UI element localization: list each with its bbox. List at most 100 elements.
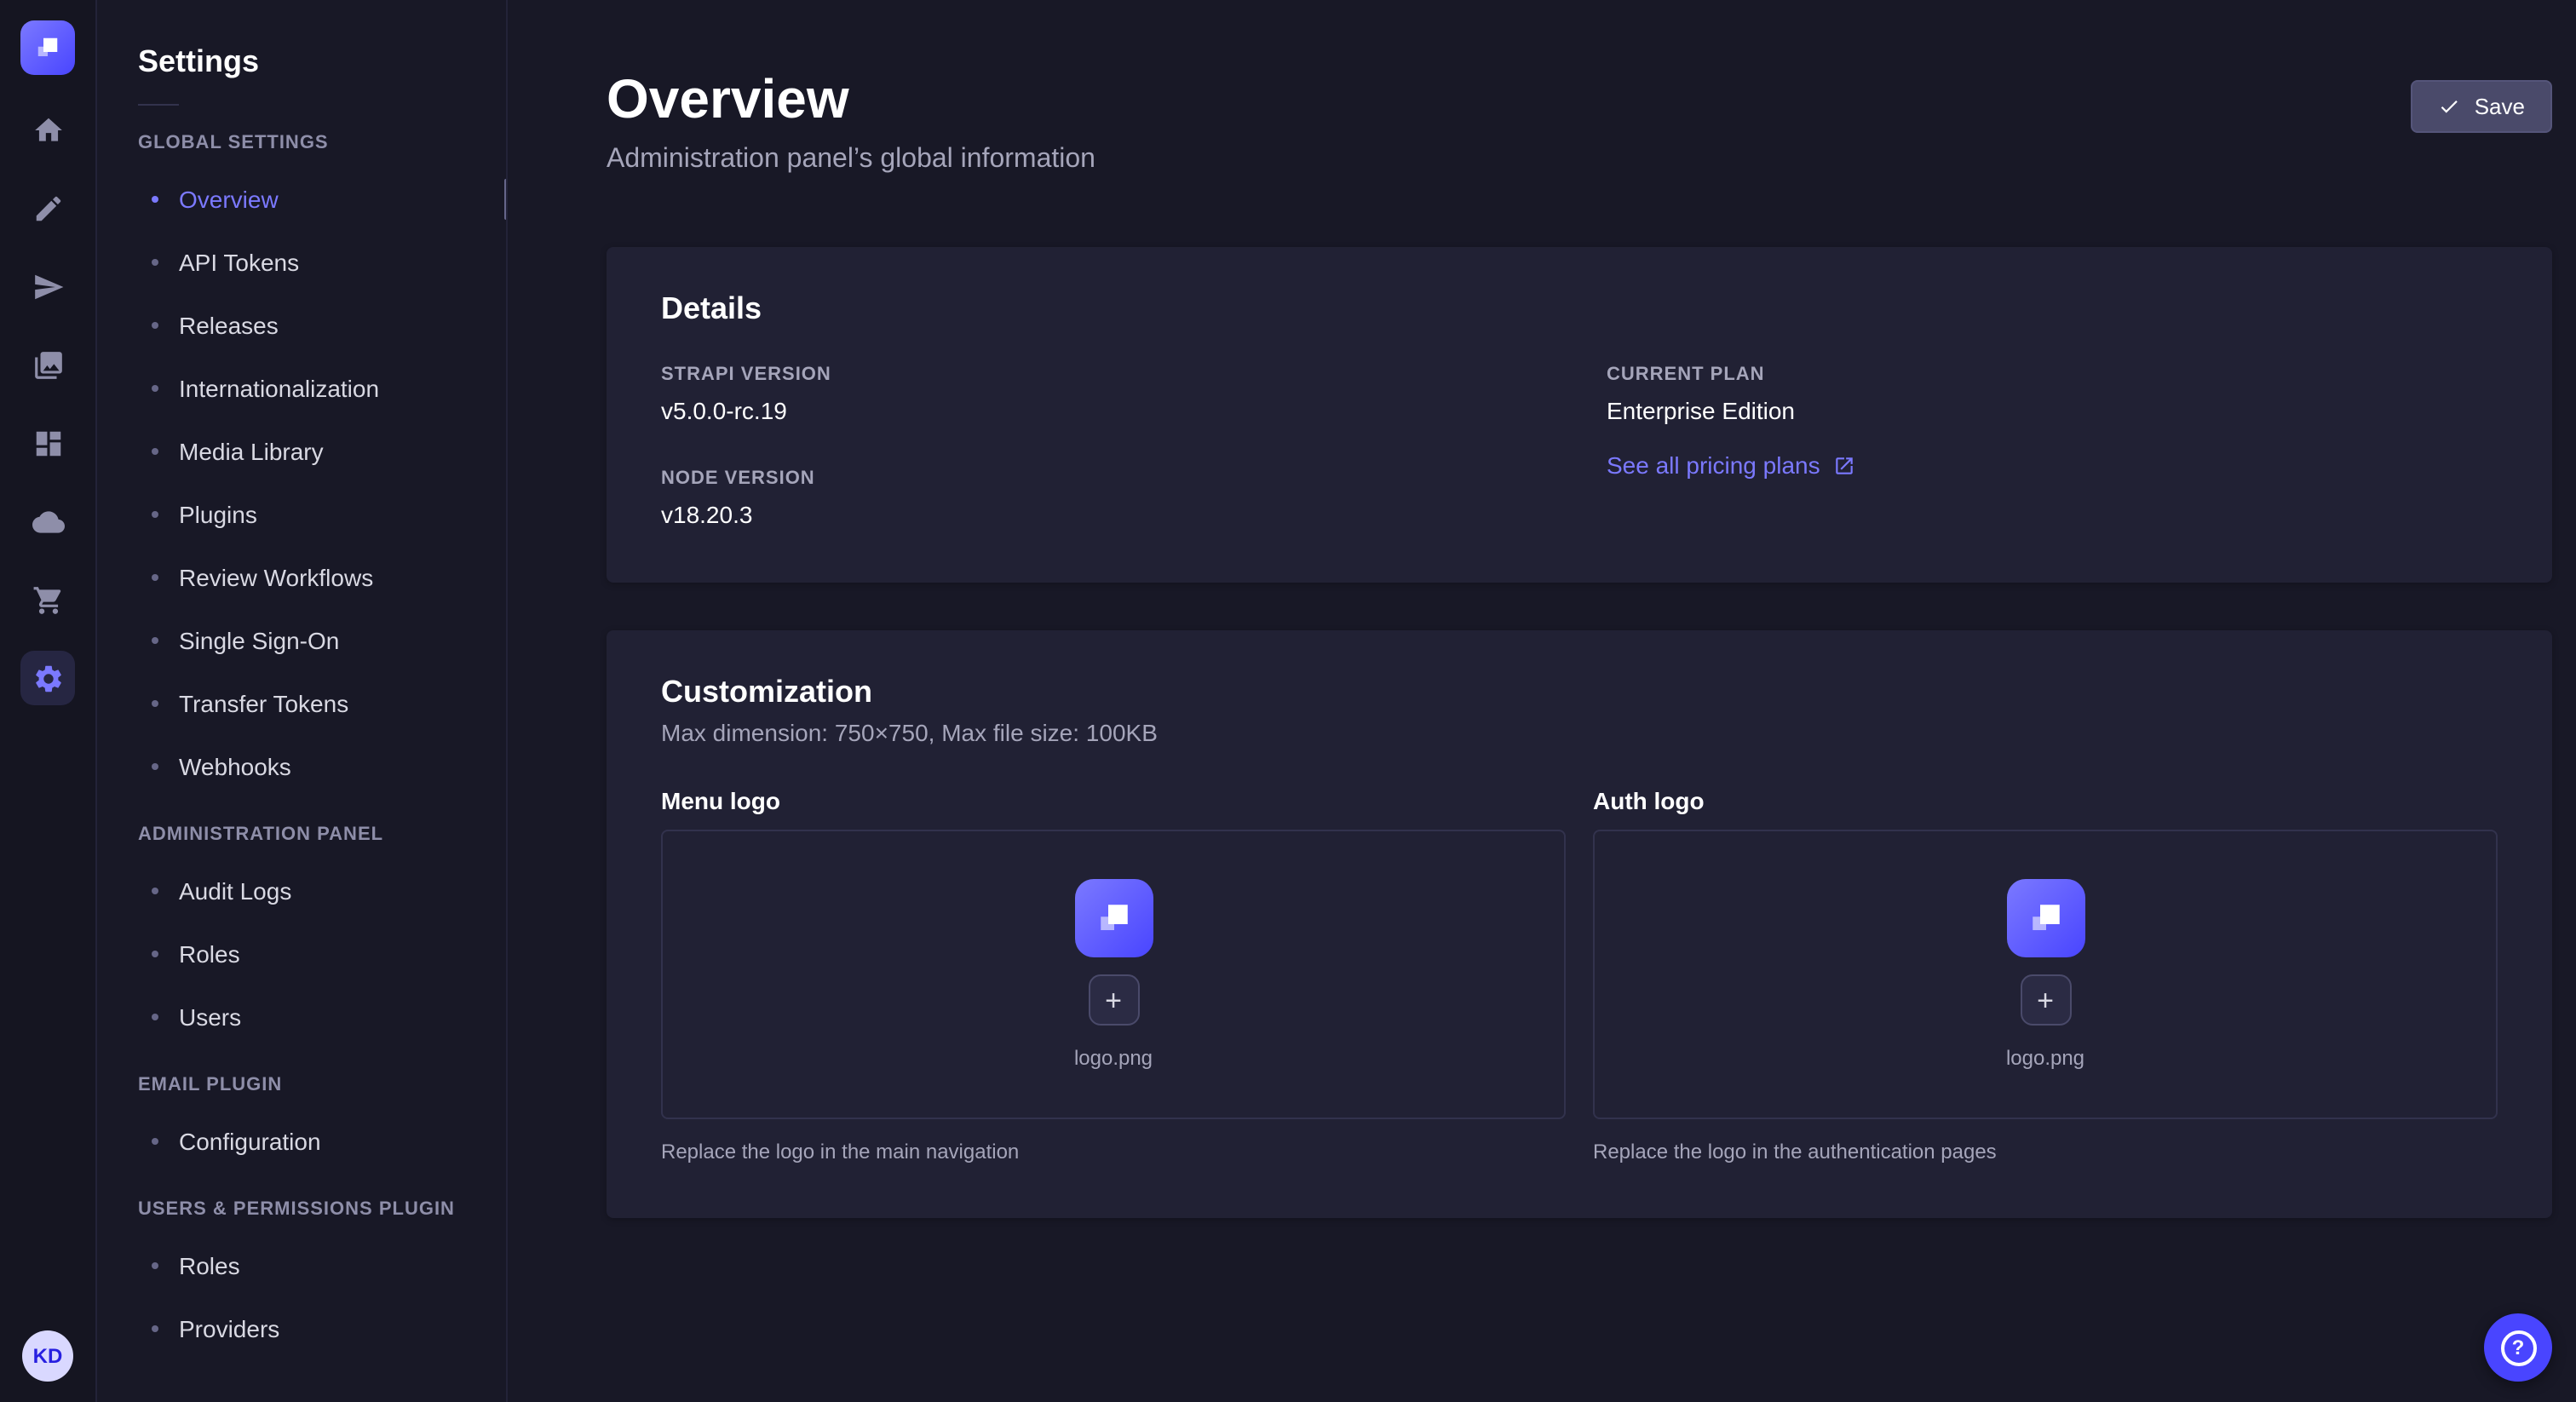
help-button[interactable]: ?: [2484, 1313, 2552, 1382]
releases-icon[interactable]: [20, 259, 75, 313]
bullet-icon: [152, 510, 158, 517]
sidebar-item-label: Users: [179, 1003, 241, 1030]
strapi-logo-icon[interactable]: [20, 20, 75, 75]
section-label: GLOBAL SETTINGS: [138, 133, 465, 153]
settings-sidebar: Settings GLOBAL SETTINGS Overview API To…: [97, 0, 508, 1402]
sidebar-item-transfer-tokens[interactable]: Transfer Tokens: [138, 671, 465, 734]
section-users-permissions-plugin: USERS & PERMISSIONS PLUGIN Roles Provide…: [138, 1199, 465, 1359]
sidebar-item-label: Transfer Tokens: [179, 689, 348, 716]
sidebar-item-label: API Tokens: [179, 248, 299, 275]
main-content: Overview Administration panel’s global i…: [508, 0, 2576, 1402]
cloud-icon[interactable]: [20, 494, 75, 549]
bullet-icon: [152, 1137, 158, 1144]
sidebar-item-releases[interactable]: Releases: [138, 293, 465, 356]
marketplace-icon[interactable]: [20, 572, 75, 627]
sidebar-item-review-workflows[interactable]: Review Workflows: [138, 545, 465, 608]
section-administration-panel: ADMINISTRATION PANEL Audit Logs Roles Us…: [138, 825, 465, 1048]
bullet-icon: [152, 887, 158, 893]
bullet-icon: [152, 447, 158, 454]
pricing-plans-link[interactable]: See all pricing plans: [1607, 451, 1856, 479]
sidebar-item-single-sign-on[interactable]: Single Sign-On: [138, 608, 465, 671]
sidebar-item-up-providers[interactable]: Providers: [138, 1296, 465, 1359]
strapi-logo-icon: [1074, 879, 1153, 957]
sidebar-item-admin-roles[interactable]: Roles: [138, 922, 465, 985]
sidebar-item-up-roles[interactable]: Roles: [138, 1233, 465, 1296]
field-label: CURRENT PLAN: [1607, 365, 2498, 385]
customization-card-title: Customization: [661, 675, 2498, 710]
strapi-mark: [31, 31, 65, 65]
sidebar-item-audit-logs[interactable]: Audit Logs: [138, 859, 465, 922]
details-grid: STRAPI VERSION v5.0.0-rc.19 NODE VERSION…: [661, 365, 2498, 528]
node-version-field: NODE VERSION v18.20.3: [661, 468, 1552, 528]
strapi-version-field: STRAPI VERSION v5.0.0-rc.19: [661, 365, 1552, 424]
sidebar-item-label: Single Sign-On: [179, 626, 339, 653]
auth-logo-upload-area[interactable]: + logo.png: [1593, 830, 2498, 1119]
strapi-mark: [2021, 894, 2069, 942]
page-title: Overview: [607, 68, 1095, 131]
strapi-logo-icon: [2006, 879, 2084, 957]
page-header: Overview Administration panel’s global i…: [607, 68, 2552, 175]
bullet-icon: [152, 636, 158, 643]
auth-logo-column: Auth logo + logo.png Replace the logo in…: [1593, 787, 2498, 1164]
sidebar-item-api-tokens[interactable]: API Tokens: [138, 230, 465, 293]
save-button[interactable]: Save: [2412, 80, 2552, 133]
current-plan-field: CURRENT PLAN Enterprise Edition: [1607, 365, 2498, 424]
details-card-title: Details: [661, 291, 2498, 327]
page-subtitle: Administration panel’s global informatio…: [607, 145, 1095, 175]
menu-logo-upload-area[interactable]: + logo.png: [661, 830, 1566, 1119]
bullet-icon: [152, 321, 158, 328]
sidebar-item-webhooks[interactable]: Webhooks: [138, 734, 465, 797]
sidebar-item-label: Providers: [179, 1314, 279, 1342]
bullet-icon: [152, 195, 158, 202]
page-header-titles: Overview Administration panel’s global i…: [607, 68, 1095, 175]
menu-logo-caption: Replace the logo in the main navigation: [661, 1140, 1566, 1164]
auth-logo-caption: Replace the logo in the authentication p…: [1593, 1140, 2498, 1164]
check-icon: [2439, 95, 2461, 118]
save-button-label: Save: [2475, 94, 2525, 119]
field-value: v18.20.3: [661, 501, 1552, 528]
sidebar-item-internationalization[interactable]: Internationalization: [138, 356, 465, 419]
section-label: USERS & PERMISSIONS PLUGIN: [138, 1199, 465, 1220]
icon-rail: KD: [0, 0, 97, 1402]
content-type-builder-icon[interactable]: [20, 416, 75, 470]
field-label: NODE VERSION: [661, 468, 1552, 489]
section-label: EMAIL PLUGIN: [138, 1075, 465, 1095]
sidebar-item-label: Media Library: [179, 437, 324, 464]
sidebar-item-label: Configuration: [179, 1127, 321, 1154]
bullet-icon: [152, 1013, 158, 1020]
sidebar-item-email-configuration[interactable]: Configuration: [138, 1109, 465, 1172]
bullet-icon: [152, 1261, 158, 1268]
sidebar-item-overview[interactable]: Overview: [138, 167, 465, 230]
sidebar-item-label: Overview: [179, 185, 279, 212]
add-logo-button[interactable]: +: [1088, 974, 1139, 1026]
bullet-icon: [152, 950, 158, 957]
field-value: Enterprise Edition: [1607, 397, 2498, 424]
section-label: ADMINISTRATION PANEL: [138, 825, 465, 845]
content-manager-icon[interactable]: [20, 181, 75, 235]
details-card: Details STRAPI VERSION v5.0.0-rc.19 NODE…: [607, 247, 2552, 583]
home-icon[interactable]: [20, 102, 75, 157]
pricing-plans-link-label: See all pricing plans: [1607, 451, 1820, 479]
add-logo-button[interactable]: +: [2020, 974, 2071, 1026]
sidebar-item-admin-users[interactable]: Users: [138, 985, 465, 1048]
section-email-plugin: EMAIL PLUGIN Configuration: [138, 1075, 465, 1172]
customization-card: Customization Max dimension: 750×750, Ma…: [607, 630, 2552, 1218]
bullet-icon: [152, 573, 158, 580]
sidebar-item-label: Internationalization: [179, 374, 379, 401]
strapi-admin-app: KD Settings GLOBAL SETTINGS Overview API…: [0, 0, 2576, 1402]
sidebar-item-media-library[interactable]: Media Library: [138, 419, 465, 482]
sidebar-item-plugins[interactable]: Plugins: [138, 482, 465, 545]
settings-icon[interactable]: [20, 651, 75, 705]
avatar[interactable]: KD: [22, 1330, 73, 1382]
media-library-icon[interactable]: [20, 337, 75, 392]
menu-logo-label: Menu logo: [661, 787, 1566, 814]
sidebar-item-label: Roles: [179, 1251, 240, 1278]
menu-logo-column: Menu logo + logo.png Replace the logo in…: [661, 787, 1566, 1164]
customization-card-subtitle: Max dimension: 750×750, Max file size: 1…: [661, 719, 2498, 746]
bullet-icon: [152, 699, 158, 706]
sidebar-item-label: Webhooks: [179, 752, 291, 779]
sidebar-item-label: Roles: [179, 939, 240, 967]
rail-items: [20, 102, 75, 705]
field-label: STRAPI VERSION: [661, 365, 1552, 385]
bullet-icon: [152, 1324, 158, 1331]
